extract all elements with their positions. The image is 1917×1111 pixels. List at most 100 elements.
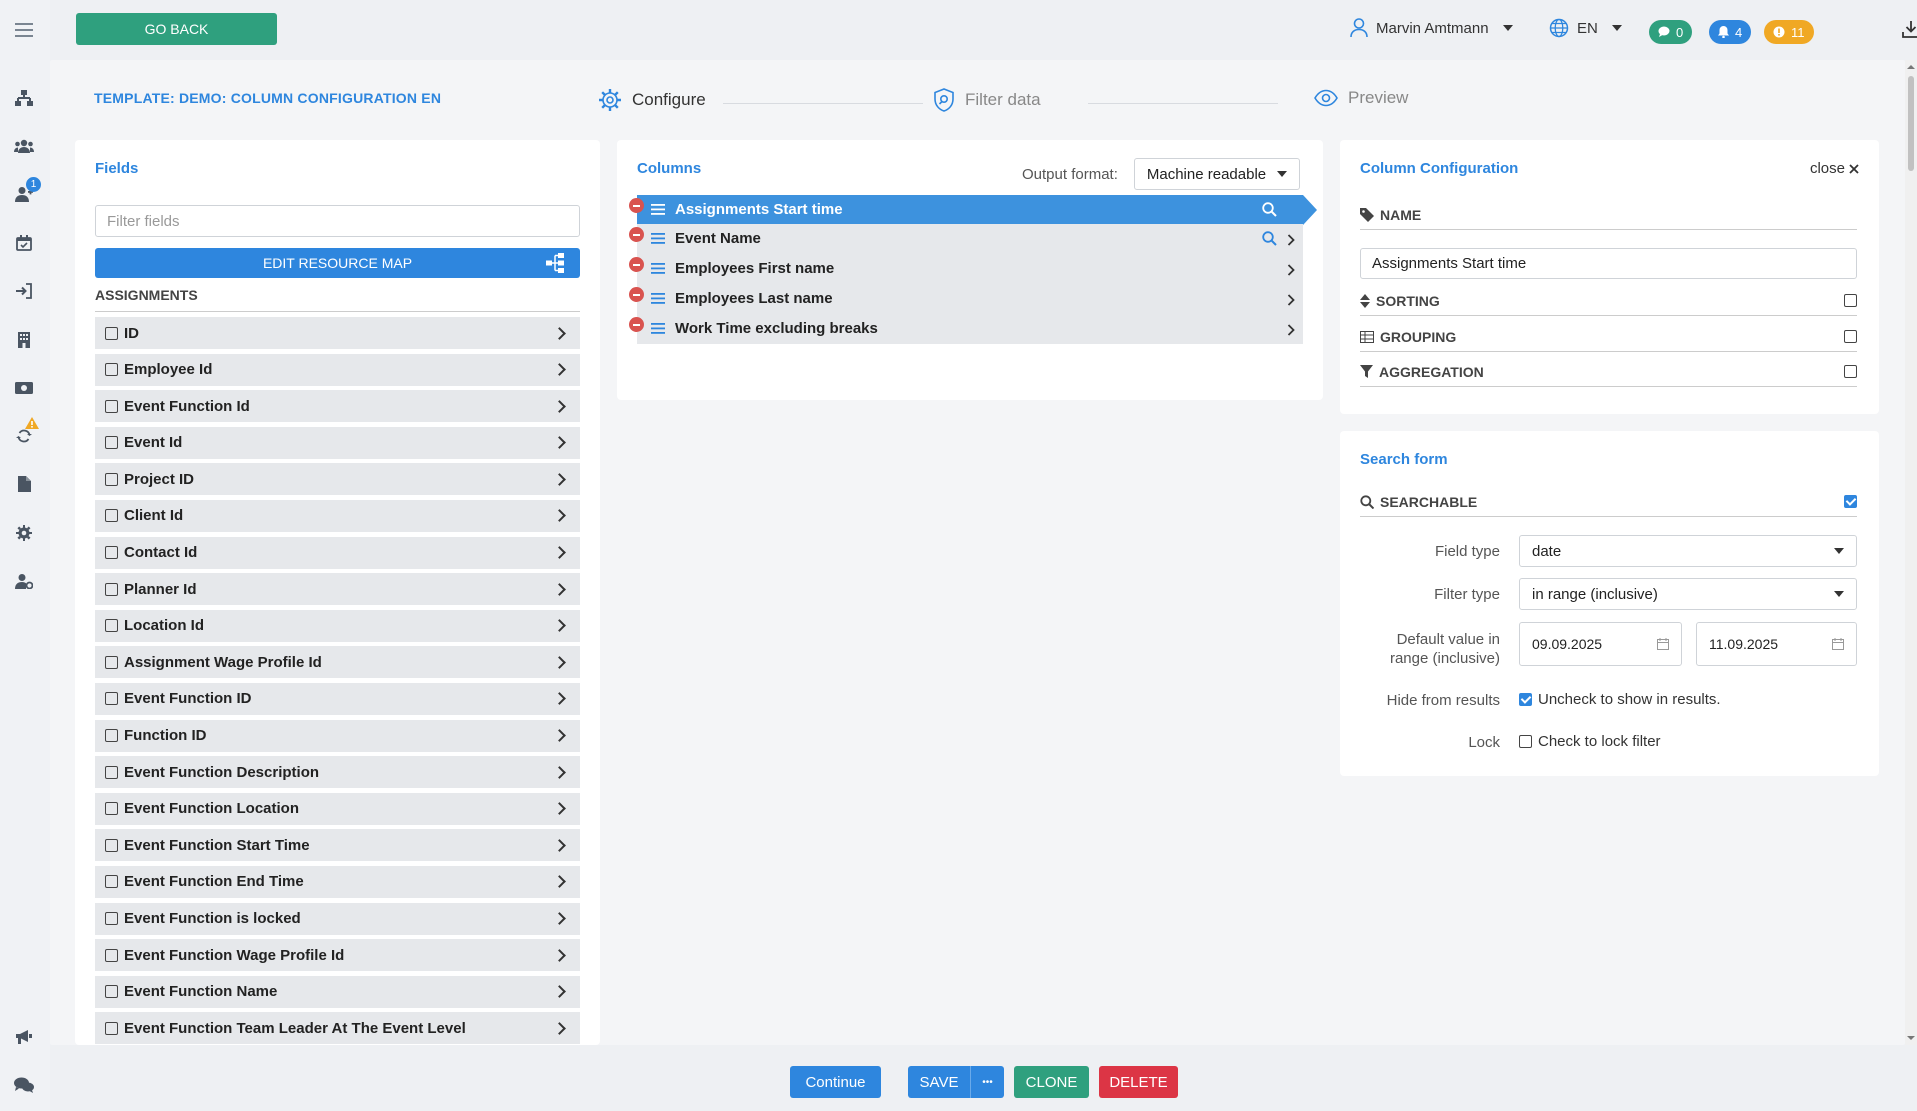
field-item[interactable]: Event Function Description xyxy=(95,756,580,789)
remove-column-icon[interactable] xyxy=(629,257,644,272)
users-icon[interactable] xyxy=(13,135,35,157)
field-checkbox[interactable] xyxy=(105,692,118,706)
download-icon[interactable] xyxy=(1902,20,1917,38)
field-checkbox[interactable] xyxy=(105,399,118,413)
field-item[interactable]: ID xyxy=(95,317,580,349)
field-item[interactable]: Function ID xyxy=(95,719,580,752)
chevron-right-icon[interactable] xyxy=(553,985,566,999)
filter-fields-input[interactable] xyxy=(95,205,580,237)
field-item[interactable]: Event Id xyxy=(95,426,580,459)
remove-column-icon[interactable] xyxy=(629,227,644,242)
field-item[interactable]: Contact Id xyxy=(95,536,580,569)
calendar-check-icon[interactable] xyxy=(13,232,35,254)
sync-icon[interactable] xyxy=(13,417,39,447)
step-filter-data[interactable]: Filter data xyxy=(933,88,1041,112)
field-item[interactable]: Location Id xyxy=(95,609,580,642)
field-item[interactable]: Project ID xyxy=(95,463,580,496)
column-row[interactable]: Assignments Start time xyxy=(629,195,1317,225)
field-checkbox[interactable] xyxy=(105,582,118,596)
field-item[interactable]: Event Function Start Time xyxy=(95,829,580,862)
menu-icon[interactable] xyxy=(13,19,35,41)
field-checkbox[interactable] xyxy=(105,436,118,450)
field-checkbox[interactable] xyxy=(105,619,118,633)
field-checkbox[interactable] xyxy=(105,546,118,560)
chevron-right-icon[interactable] xyxy=(553,692,566,706)
continue-button[interactable]: Continue xyxy=(790,1066,881,1098)
column-row[interactable]: Employees First name xyxy=(629,254,1303,284)
step-preview[interactable]: Preview xyxy=(1314,88,1408,108)
field-checkbox[interactable] xyxy=(105,363,118,377)
field-checkbox[interactable] xyxy=(105,875,118,889)
aggregation-checkbox[interactable] xyxy=(1844,365,1857,378)
user-menu[interactable]: Marvin Amtmann xyxy=(1350,18,1513,38)
drag-handle-icon[interactable] xyxy=(651,323,665,334)
remove-column-icon[interactable] xyxy=(629,317,644,332)
sorting-checkbox[interactable] xyxy=(1844,294,1857,307)
edit-resource-map-button[interactable]: EDIT RESOURCE MAP xyxy=(95,248,580,278)
column-row[interactable]: Work Time excluding breaks xyxy=(629,314,1303,344)
messages-pill[interactable]: 0 xyxy=(1649,20,1693,44)
hide-from-results-checkbox[interactable] xyxy=(1519,693,1532,706)
chevron-right-icon[interactable] xyxy=(553,655,566,669)
column-row[interactable]: Event Name xyxy=(629,224,1303,254)
filter-type-select[interactable]: in range (inclusive) xyxy=(1519,578,1857,610)
close-button[interactable]: close xyxy=(1810,160,1859,177)
org-chart-icon[interactable] xyxy=(13,87,35,109)
gear-icon[interactable] xyxy=(13,522,35,544)
field-item[interactable]: Client Id xyxy=(95,499,580,532)
chevron-right-icon[interactable] xyxy=(553,765,566,779)
drag-handle-icon[interactable] xyxy=(651,204,665,215)
chevron-right-icon[interactable] xyxy=(553,399,566,413)
field-checkbox[interactable] xyxy=(105,802,118,816)
column-row[interactable]: Employees Last name xyxy=(629,284,1303,314)
field-checkbox[interactable] xyxy=(105,985,118,999)
column-name-input[interactable] xyxy=(1360,248,1857,279)
field-item[interactable]: Event Function is locked xyxy=(95,902,580,935)
remove-column-icon[interactable] xyxy=(629,287,644,302)
field-checkbox[interactable] xyxy=(105,765,118,779)
clone-button[interactable]: CLONE xyxy=(1014,1066,1089,1098)
chevron-right-icon[interactable] xyxy=(553,912,566,925)
step-configure[interactable]: Configure xyxy=(598,88,706,112)
field-checkbox[interactable] xyxy=(105,472,118,486)
chevron-right-icon[interactable] xyxy=(553,473,566,486)
chevron-right-icon[interactable] xyxy=(553,838,566,852)
user-settings-icon[interactable] xyxy=(13,570,35,592)
chevron-right-icon[interactable] xyxy=(553,619,566,633)
chevron-right-icon[interactable] xyxy=(553,509,566,523)
field-checkbox[interactable] xyxy=(105,655,118,669)
alerts-pill[interactable]: 11 xyxy=(1764,20,1814,44)
remove-column-icon[interactable] xyxy=(629,198,644,213)
chevron-right-icon[interactable] xyxy=(553,1021,566,1035)
output-format-select[interactable]: Machine readable xyxy=(1133,158,1300,190)
field-item[interactable]: Planner Id xyxy=(95,573,580,606)
chevron-right-icon[interactable] xyxy=(1287,234,1295,246)
scrollbar[interactable] xyxy=(1905,60,1917,1045)
money-icon[interactable] xyxy=(13,377,35,399)
field-checkbox[interactable] xyxy=(105,912,118,925)
save-options-button[interactable]: ••• xyxy=(970,1066,1004,1098)
chevron-right-icon[interactable] xyxy=(1287,294,1295,306)
field-item[interactable]: Event Function Team Leader At The Event … xyxy=(95,1012,580,1044)
chevron-right-icon[interactable] xyxy=(553,729,566,742)
chevron-right-icon[interactable] xyxy=(553,363,566,376)
hide-from-results[interactable]: Uncheck to show in results. xyxy=(1519,691,1721,708)
chevron-right-icon[interactable] xyxy=(553,948,566,962)
chevron-right-icon[interactable] xyxy=(553,436,566,450)
scrollbar-thumb[interactable] xyxy=(1908,76,1914,171)
notifications-pill[interactable]: 4 xyxy=(1709,20,1752,44)
grouping-checkbox[interactable] xyxy=(1844,330,1857,343)
field-item[interactable]: Event Function Id xyxy=(95,390,580,423)
language-menu[interactable]: EN xyxy=(1549,18,1622,38)
building-icon[interactable] xyxy=(13,329,35,351)
lock-filter[interactable]: Check to lock filter xyxy=(1519,733,1661,750)
field-item[interactable]: Event Function Location xyxy=(95,792,580,825)
field-item[interactable]: Assignment Wage Profile Id xyxy=(95,646,580,679)
chevron-right-icon[interactable] xyxy=(553,546,566,559)
field-type-select[interactable]: date xyxy=(1519,535,1857,567)
drag-handle-icon[interactable] xyxy=(651,263,665,274)
date-from-input[interactable]: 09.09.2025 xyxy=(1519,622,1682,666)
drag-handle-icon[interactable] xyxy=(651,293,665,304)
chevron-right-icon[interactable] xyxy=(1287,324,1295,336)
field-checkbox[interactable] xyxy=(105,948,118,962)
